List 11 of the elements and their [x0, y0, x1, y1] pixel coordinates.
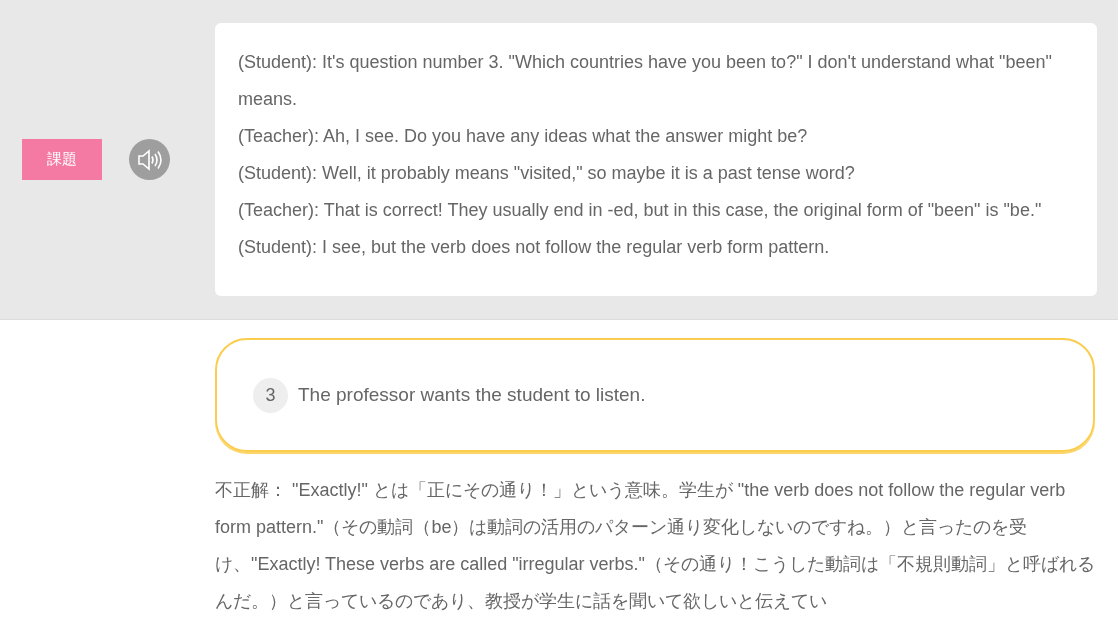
option-text: The professor wants the student to listen. — [298, 382, 646, 407]
option-number: 3 — [253, 377, 288, 413]
answer-option[interactable]: 3 The professor wants the student to listen. — [215, 338, 1095, 452]
transcript-line: (Student): Well, it probably means "visited," so maybe it is a past tense word? — [238, 162, 856, 185]
transcript-line: (Teacher): Ah, I see. Do you have any ideas what the answer might be? — [238, 125, 809, 148]
explanation-text: 不正解： "Exactly!" とは「正にその通り！」という意味。学生が "the verb does not follow the regular verb form pattern."（その動詞（be）は動詞の活用のパターン通り変化しないのですね。）と言ったのを受け、"Exactly! These verbs are called "irregular verbs."（その通り！こうした動詞は「不規則動詞」と呼ばれるんだ。）と言っているのであり、教授が学生に話を聞いて欲しいと伝えてい — [215, 479, 1095, 613]
speaker-button[interactable] — [129, 139, 170, 180]
transcript-line: (Teacher): That is correct! They usually end in -ed, but in this case, the original form of "been" is "be." — [238, 199, 1043, 222]
speaker-icon — [136, 148, 163, 171]
transcript-line: (Student): I see, but the verb does not follow the regular verb form pattern. — [238, 236, 831, 259]
transcript-line: (Student): It's question number 3. "Which countries have you been to?" I don't understand what "been" means. — [238, 51, 1053, 111]
